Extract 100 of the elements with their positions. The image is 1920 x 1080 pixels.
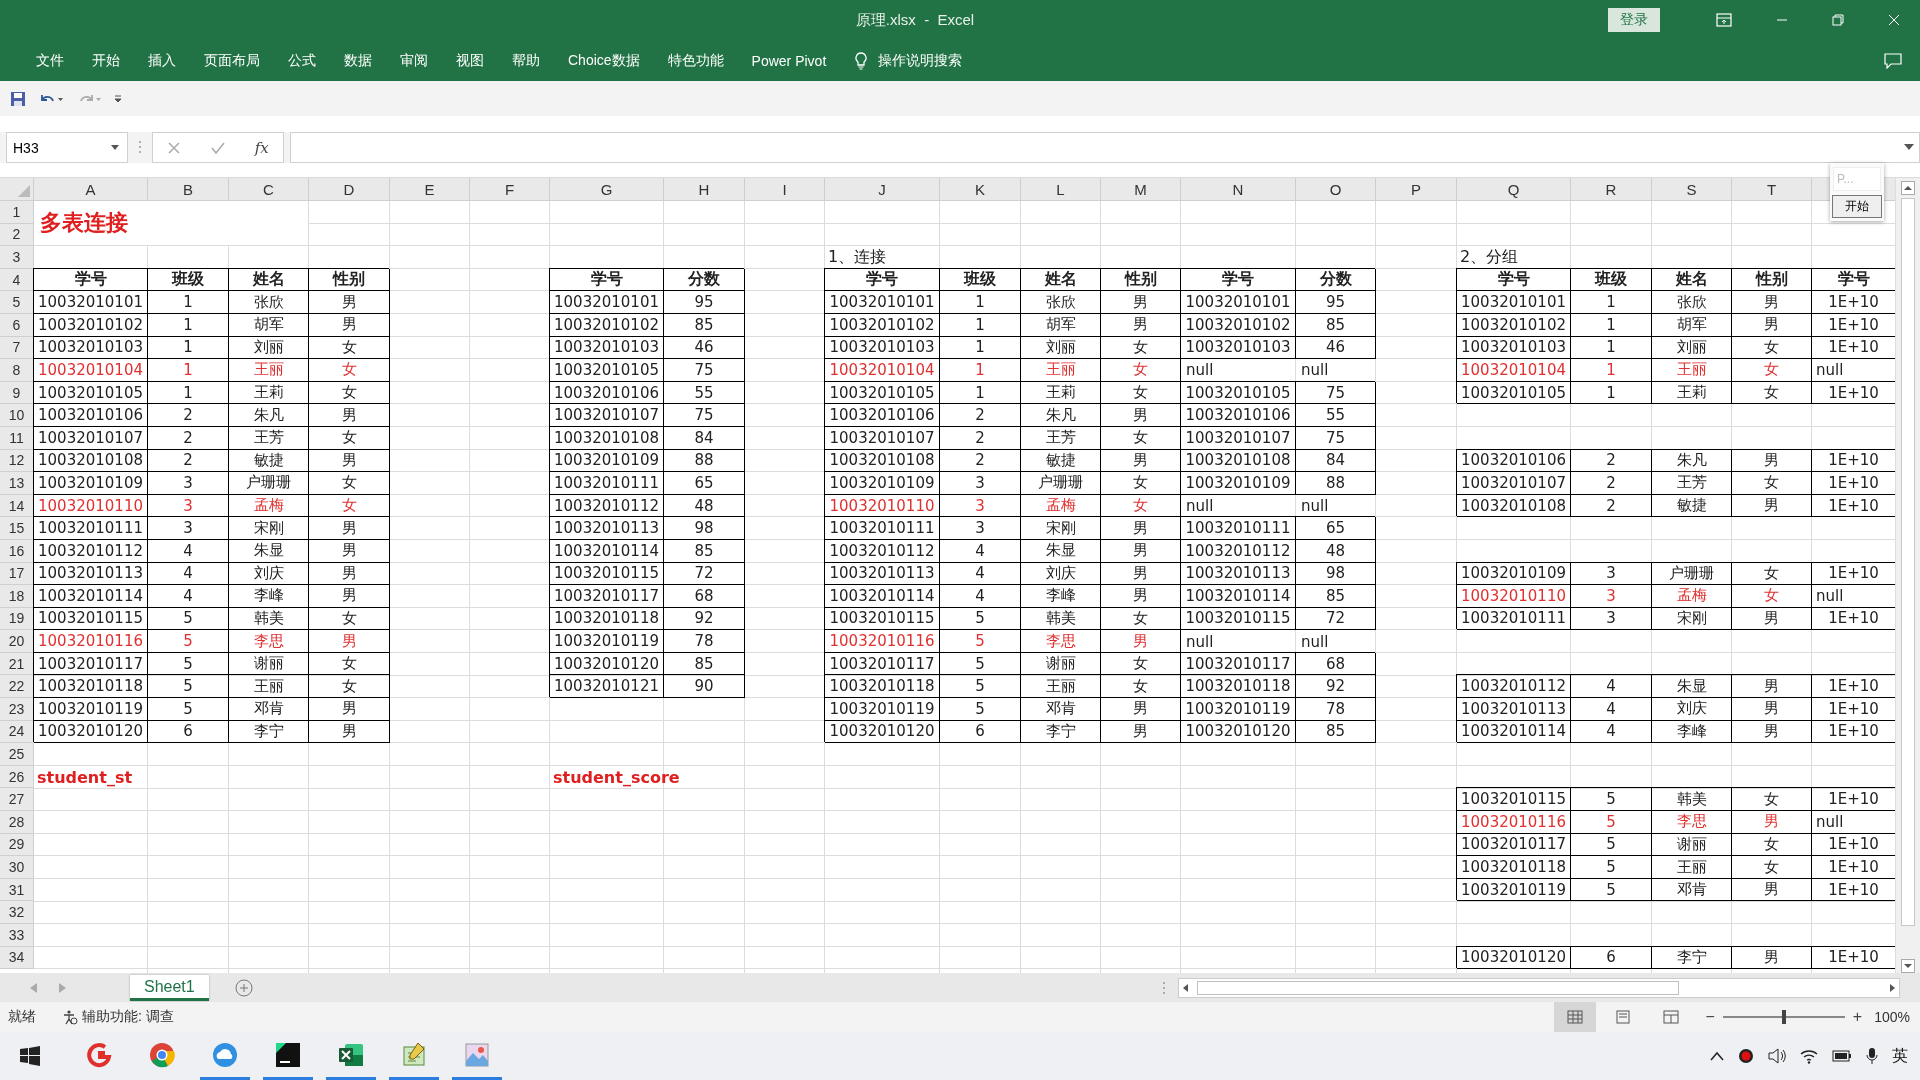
row-number[interactable]: 5 — [0, 291, 34, 314]
formula-field[interactable] — [290, 132, 1920, 163]
wifi-icon[interactable] — [1800, 1048, 1818, 1064]
row-number[interactable]: 34 — [0, 946, 34, 970]
menu-tab[interactable]: 文件 — [22, 51, 78, 70]
row-number[interactable]: 29 — [0, 833, 34, 857]
column-letter[interactable]: A — [34, 178, 148, 201]
menu-tab[interactable]: 开始 — [78, 51, 134, 70]
dropdown-icon[interactable] — [111, 145, 119, 150]
microphone-icon[interactable] — [1866, 1047, 1878, 1065]
row-number[interactable]: 24 — [0, 720, 34, 744]
row-number[interactable]: 20 — [0, 630, 34, 653]
menu-tab[interactable]: 页面布局 — [190, 51, 274, 70]
row-number[interactable]: 4 — [0, 268, 34, 292]
zoom-out-button[interactable]: − — [1697, 1008, 1723, 1026]
column-letter[interactable]: Q — [1457, 178, 1571, 201]
row-number[interactable]: 26 — [0, 765, 34, 789]
column-letter[interactable]: B — [148, 178, 229, 201]
insert-function-button[interactable]: fx — [254, 138, 269, 157]
row-number[interactable]: 15 — [0, 517, 34, 540]
customize-icon[interactable] — [114, 93, 122, 104]
input-method-indicator[interactable]: 英 — [1892, 1045, 1908, 1067]
column-letter[interactable]: L — [1021, 178, 1101, 201]
row-number[interactable]: 9 — [0, 381, 34, 405]
row-number[interactable]: 22 — [0, 675, 34, 699]
row-number[interactable]: 12 — [0, 449, 34, 473]
row-number[interactable]: 2 — [0, 223, 34, 247]
row-number[interactable]: 3 — [0, 246, 34, 269]
row-number[interactable]: 25 — [0, 743, 34, 766]
column-letter[interactable]: R — [1571, 178, 1652, 201]
column-letter[interactable]: J — [825, 178, 940, 201]
accessibility-status[interactable]: 辅助功能: 调查 — [82, 1008, 174, 1026]
row-number[interactable]: 21 — [0, 652, 34, 676]
column-letter[interactable]: O — [1296, 178, 1376, 201]
comment-icon[interactable] — [1884, 52, 1902, 69]
horizontal-scrollbar[interactable] — [1178, 977, 1900, 998]
start-button[interactable]: 开始 — [1832, 195, 1882, 218]
scroll-thumb[interactable] — [1901, 198, 1915, 926]
sheet-tab[interactable]: Sheet1 — [130, 974, 209, 1001]
row-number[interactable]: 19 — [0, 607, 34, 631]
column-letter[interactable]: P — [1376, 178, 1457, 201]
chevron-up-icon[interactable] — [1710, 1051, 1724, 1061]
menu-tab[interactable]: 审阅 — [386, 51, 442, 70]
cancel-icon[interactable] — [167, 140, 182, 155]
row-number[interactable]: 28 — [0, 811, 34, 834]
column-letter[interactable]: G — [550, 178, 664, 201]
column-letter[interactable]: K — [940, 178, 1021, 201]
column-letter[interactable]: I — [745, 178, 825, 201]
add-sheet-icon[interactable] — [234, 978, 253, 997]
name-box[interactable]: H33 — [6, 132, 128, 163]
scroll-thumb[interactable] — [1197, 980, 1679, 995]
column-letter[interactable]: N — [1181, 178, 1296, 201]
row-number[interactable]: 33 — [0, 924, 34, 947]
zoom-thumb[interactable] — [1781, 1010, 1786, 1024]
row-number[interactable]: 32 — [0, 901, 34, 924]
grip-icon[interactable] — [1162, 980, 1166, 995]
row-number[interactable]: 13 — [0, 472, 34, 495]
accessibility-icon[interactable] — [62, 1009, 78, 1025]
row-number[interactable]: 30 — [0, 856, 34, 879]
row-number[interactable]: 27 — [0, 788, 34, 812]
battery-icon[interactable] — [1832, 1050, 1852, 1062]
scroll-down-icon[interactable] — [1901, 959, 1915, 973]
save-icon[interactable] — [10, 90, 26, 107]
login-button[interactable]: 登录 — [1608, 8, 1660, 32]
menu-tab[interactable]: Power Pivot — [737, 52, 841, 69]
row-number[interactable]: 11 — [0, 426, 34, 450]
column-letter[interactable]: H — [664, 178, 745, 201]
scroll-up-icon[interactable] — [1901, 181, 1915, 195]
ribbon-display-icon[interactable] — [1716, 13, 1732, 27]
row-number[interactable]: 31 — [0, 878, 34, 902]
column-letter[interactable]: T — [1732, 178, 1812, 201]
column-letter[interactable]: C — [229, 178, 309, 201]
row-number[interactable]: 23 — [0, 698, 34, 721]
enter-icon[interactable] — [210, 140, 226, 155]
vertical-scrollbar[interactable] — [1895, 178, 1920, 973]
zoom-in-button[interactable]: + — [1844, 1008, 1871, 1026]
menu-tab[interactable]: 特色功能 — [653, 51, 738, 70]
expand-icon[interactable] — [1904, 144, 1914, 150]
row-number[interactable]: 17 — [0, 562, 34, 586]
menu-tab[interactable]: 公式 — [274, 51, 330, 70]
row-number[interactable]: 7 — [0, 336, 34, 360]
volume-icon[interactable] — [1768, 1048, 1786, 1064]
menu-tab[interactable]: Choice数据 — [554, 51, 654, 70]
column-letter[interactable]: E — [390, 178, 470, 201]
zoom-level[interactable]: 100% — [1874, 1009, 1910, 1025]
close-icon[interactable] — [1888, 14, 1900, 26]
row-number[interactable]: 10 — [0, 404, 34, 427]
menu-tab[interactable]: 帮助 — [498, 51, 554, 70]
column-letter[interactable]: M — [1101, 178, 1181, 201]
row-number[interactable]: 16 — [0, 539, 34, 563]
row-number[interactable]: 18 — [0, 585, 34, 608]
tell-me-search[interactable]: 操作说明搜索 — [878, 51, 963, 70]
row-number[interactable]: 14 — [0, 494, 34, 518]
restore-icon[interactable] — [1832, 14, 1844, 26]
column-letter[interactable]: S — [1652, 178, 1732, 201]
menu-tab[interactable]: 插入 — [134, 51, 190, 70]
row-number[interactable]: 6 — [0, 313, 34, 337]
column-letter[interactable]: F — [470, 178, 550, 201]
row-number[interactable]: 8 — [0, 359, 34, 382]
row-number[interactable]: 1 — [0, 201, 34, 224]
